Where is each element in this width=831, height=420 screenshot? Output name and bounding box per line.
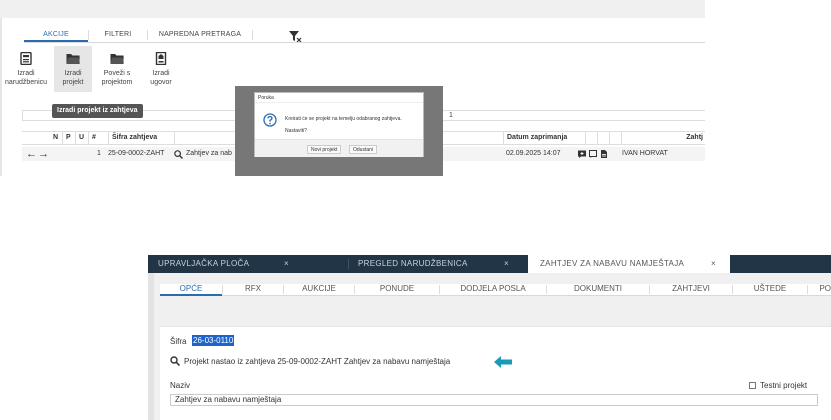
doc-tab-label: ZAHTJEV ZA NABAVU NAMJEŠTAJA (540, 259, 685, 268)
tool-label: ugovor (150, 79, 172, 86)
tool-label: Izradi (64, 70, 82, 77)
tab-rfx[interactable]: RFX (223, 284, 283, 296)
row-sifra: 25-09-0002-ZAHT (108, 150, 165, 157)
filter-clear-icon[interactable] (288, 30, 302, 42)
confirm-dialog: Poruka Kreirati će se projekt na temelju… (254, 92, 424, 157)
dialog-footer: Novi projekt Odustani (255, 139, 423, 157)
project-origin-text: Projekt nastao iz zahtjeva 25-09-0002-ZA… (184, 357, 451, 366)
question-icon (263, 113, 277, 127)
tab-po[interactable]: PO (808, 284, 831, 296)
content-left-edge (148, 273, 154, 420)
tab-napredna-pretraga[interactable]: NAPREDNA PRETRAGA (148, 30, 252, 42)
col-icon-1 (585, 132, 597, 144)
tool-label: projekt (62, 79, 84, 86)
left-edge (0, 18, 2, 176)
comment-add-icon[interactable] (578, 150, 586, 158)
dialog-message-line: Kreirati će se projekt na temelju odabra… (285, 116, 402, 122)
tool-label: projektom (101, 79, 133, 86)
top-header-strip (0, 0, 705, 18)
col-zahtjevatelj[interactable]: Zahtj (621, 132, 705, 144)
folder-icon (110, 54, 124, 64)
tabs-underline (24, 42, 705, 43)
tab-filteri[interactable]: FILTERI (89, 30, 147, 42)
doc-tab-pregled-narudzbenica[interactable]: PREGLED NARUDŽBENICA × (358, 255, 518, 273)
tab-aukcije[interactable]: AUKCIJE (284, 284, 354, 296)
document-tabs: UPRAVLJAČKA PLOČA × PREGLED NARUDŽBENICA… (148, 255, 831, 273)
arrow-left-icon (494, 356, 512, 368)
sifra-value[interactable]: 26-03-0110 (192, 335, 235, 346)
col-icon-3 (609, 132, 621, 144)
row-naziv: Zahtjev za nab (186, 150, 232, 157)
action-tabs: AKCIJE FILTERI NAPREDNA PRETRAGA (24, 30, 253, 42)
create-project-button[interactable]: Izradi projekt (54, 46, 92, 92)
file-icon[interactable] (600, 150, 608, 158)
tool-label: Izradi (152, 70, 170, 77)
naziv-input[interactable]: Zahtjev za nabavu namještaja (170, 394, 818, 406)
naziv-label: Naziv (170, 381, 191, 390)
close-icon[interactable]: × (504, 255, 509, 273)
top-panel: AKCIJE FILTERI NAPREDNA PRETRAGA Izradi … (0, 0, 705, 176)
tab-separator (252, 30, 253, 40)
link-project-button[interactable]: Poveži s projektom (92, 46, 142, 92)
tab-dokumenti[interactable]: DOKUMENTI (547, 284, 649, 296)
tool-label: Poveži s (103, 70, 131, 77)
toolbar: Izradi narudžbenicu Izradi projekt Povež… (0, 46, 180, 92)
dialog-message: Kreirati će se projekt na temelju odabra… (285, 113, 402, 137)
close-icon[interactable]: × (284, 255, 289, 273)
create-contract-button[interactable]: Izradi ugovor (142, 46, 180, 92)
tab-ustede[interactable]: UŠTEDE (733, 284, 807, 296)
doc-tab-zahtjev-za-nabavu[interactable]: ZAHTJEV ZA NABAVU NAMJEŠTAJA × (528, 255, 730, 273)
row-number: 1 (97, 150, 101, 157)
building-icon (155, 52, 167, 65)
test-project-checkbox[interactable]: Testni projekt (749, 381, 807, 390)
document-icon (20, 52, 32, 65)
dialog-message-line: Nastaviti? (285, 128, 307, 134)
pagination-bar (443, 110, 705, 121)
doc-tab-label: PREGLED NARUDŽBENICA (358, 259, 468, 268)
tab-akcije[interactable]: AKCIJE (24, 30, 88, 42)
doc-tab-divider (348, 259, 349, 269)
folder-icon (66, 54, 80, 64)
search-icon[interactable] (170, 356, 180, 366)
col-u[interactable]: U (75, 132, 84, 144)
row-navigation-arrows[interactable]: ←→ (26, 148, 50, 160)
tooltip: Izradi projekt iz zahtjeva (52, 104, 143, 118)
page-number[interactable]: 1 (449, 112, 453, 119)
cancel-button[interactable]: Odustani (349, 145, 378, 154)
tab-opce[interactable]: OPĆE (160, 284, 222, 296)
dialog-title: Poruka (255, 93, 423, 103)
col-hash[interactable]: # (88, 132, 96, 144)
comment-icon[interactable] (589, 150, 597, 158)
row-datum: 02.09.2025 14:07 (506, 150, 561, 157)
tool-label: narudžbenicu (4, 79, 48, 86)
doc-tab-label: UPRAVLJAČKA PLOČA (158, 259, 250, 268)
doc-tab-upravljacka-ploca[interactable]: UPRAVLJAČKA PLOČA × (158, 255, 318, 273)
checkbox[interactable] (749, 382, 756, 389)
create-order-button[interactable]: Izradi narudžbenicu (2, 46, 50, 92)
tab-ponude[interactable]: PONUDE (355, 284, 439, 296)
section-tabs: OPĆE RFX AUKCIJE PONUDE DODJELA POSLA DO… (160, 284, 831, 296)
close-icon[interactable]: × (711, 255, 716, 273)
new-project-button[interactable]: Novi projekt (307, 145, 342, 154)
search-icon[interactable] (174, 150, 183, 159)
col-icon-2 (597, 132, 609, 144)
col-p[interactable]: P (62, 132, 71, 144)
tab-zahtjevi[interactable]: ZAHTJEVI (650, 284, 732, 296)
tab-dodjela-posla[interactable]: DODJELA POSLA (440, 284, 546, 296)
col-n[interactable]: N (50, 132, 58, 144)
sifra-label: Šifra (170, 337, 187, 346)
tool-label: Izradi (17, 70, 35, 77)
col-datum-zaprimanja[interactable]: Datum zaprimanja (503, 132, 585, 144)
checkbox-label: Testni projekt (760, 381, 808, 390)
col-sifra-zahtjeva[interactable]: Šifra zahtjeva (108, 132, 174, 144)
row-user: IVAN HORVAT (622, 150, 668, 157)
